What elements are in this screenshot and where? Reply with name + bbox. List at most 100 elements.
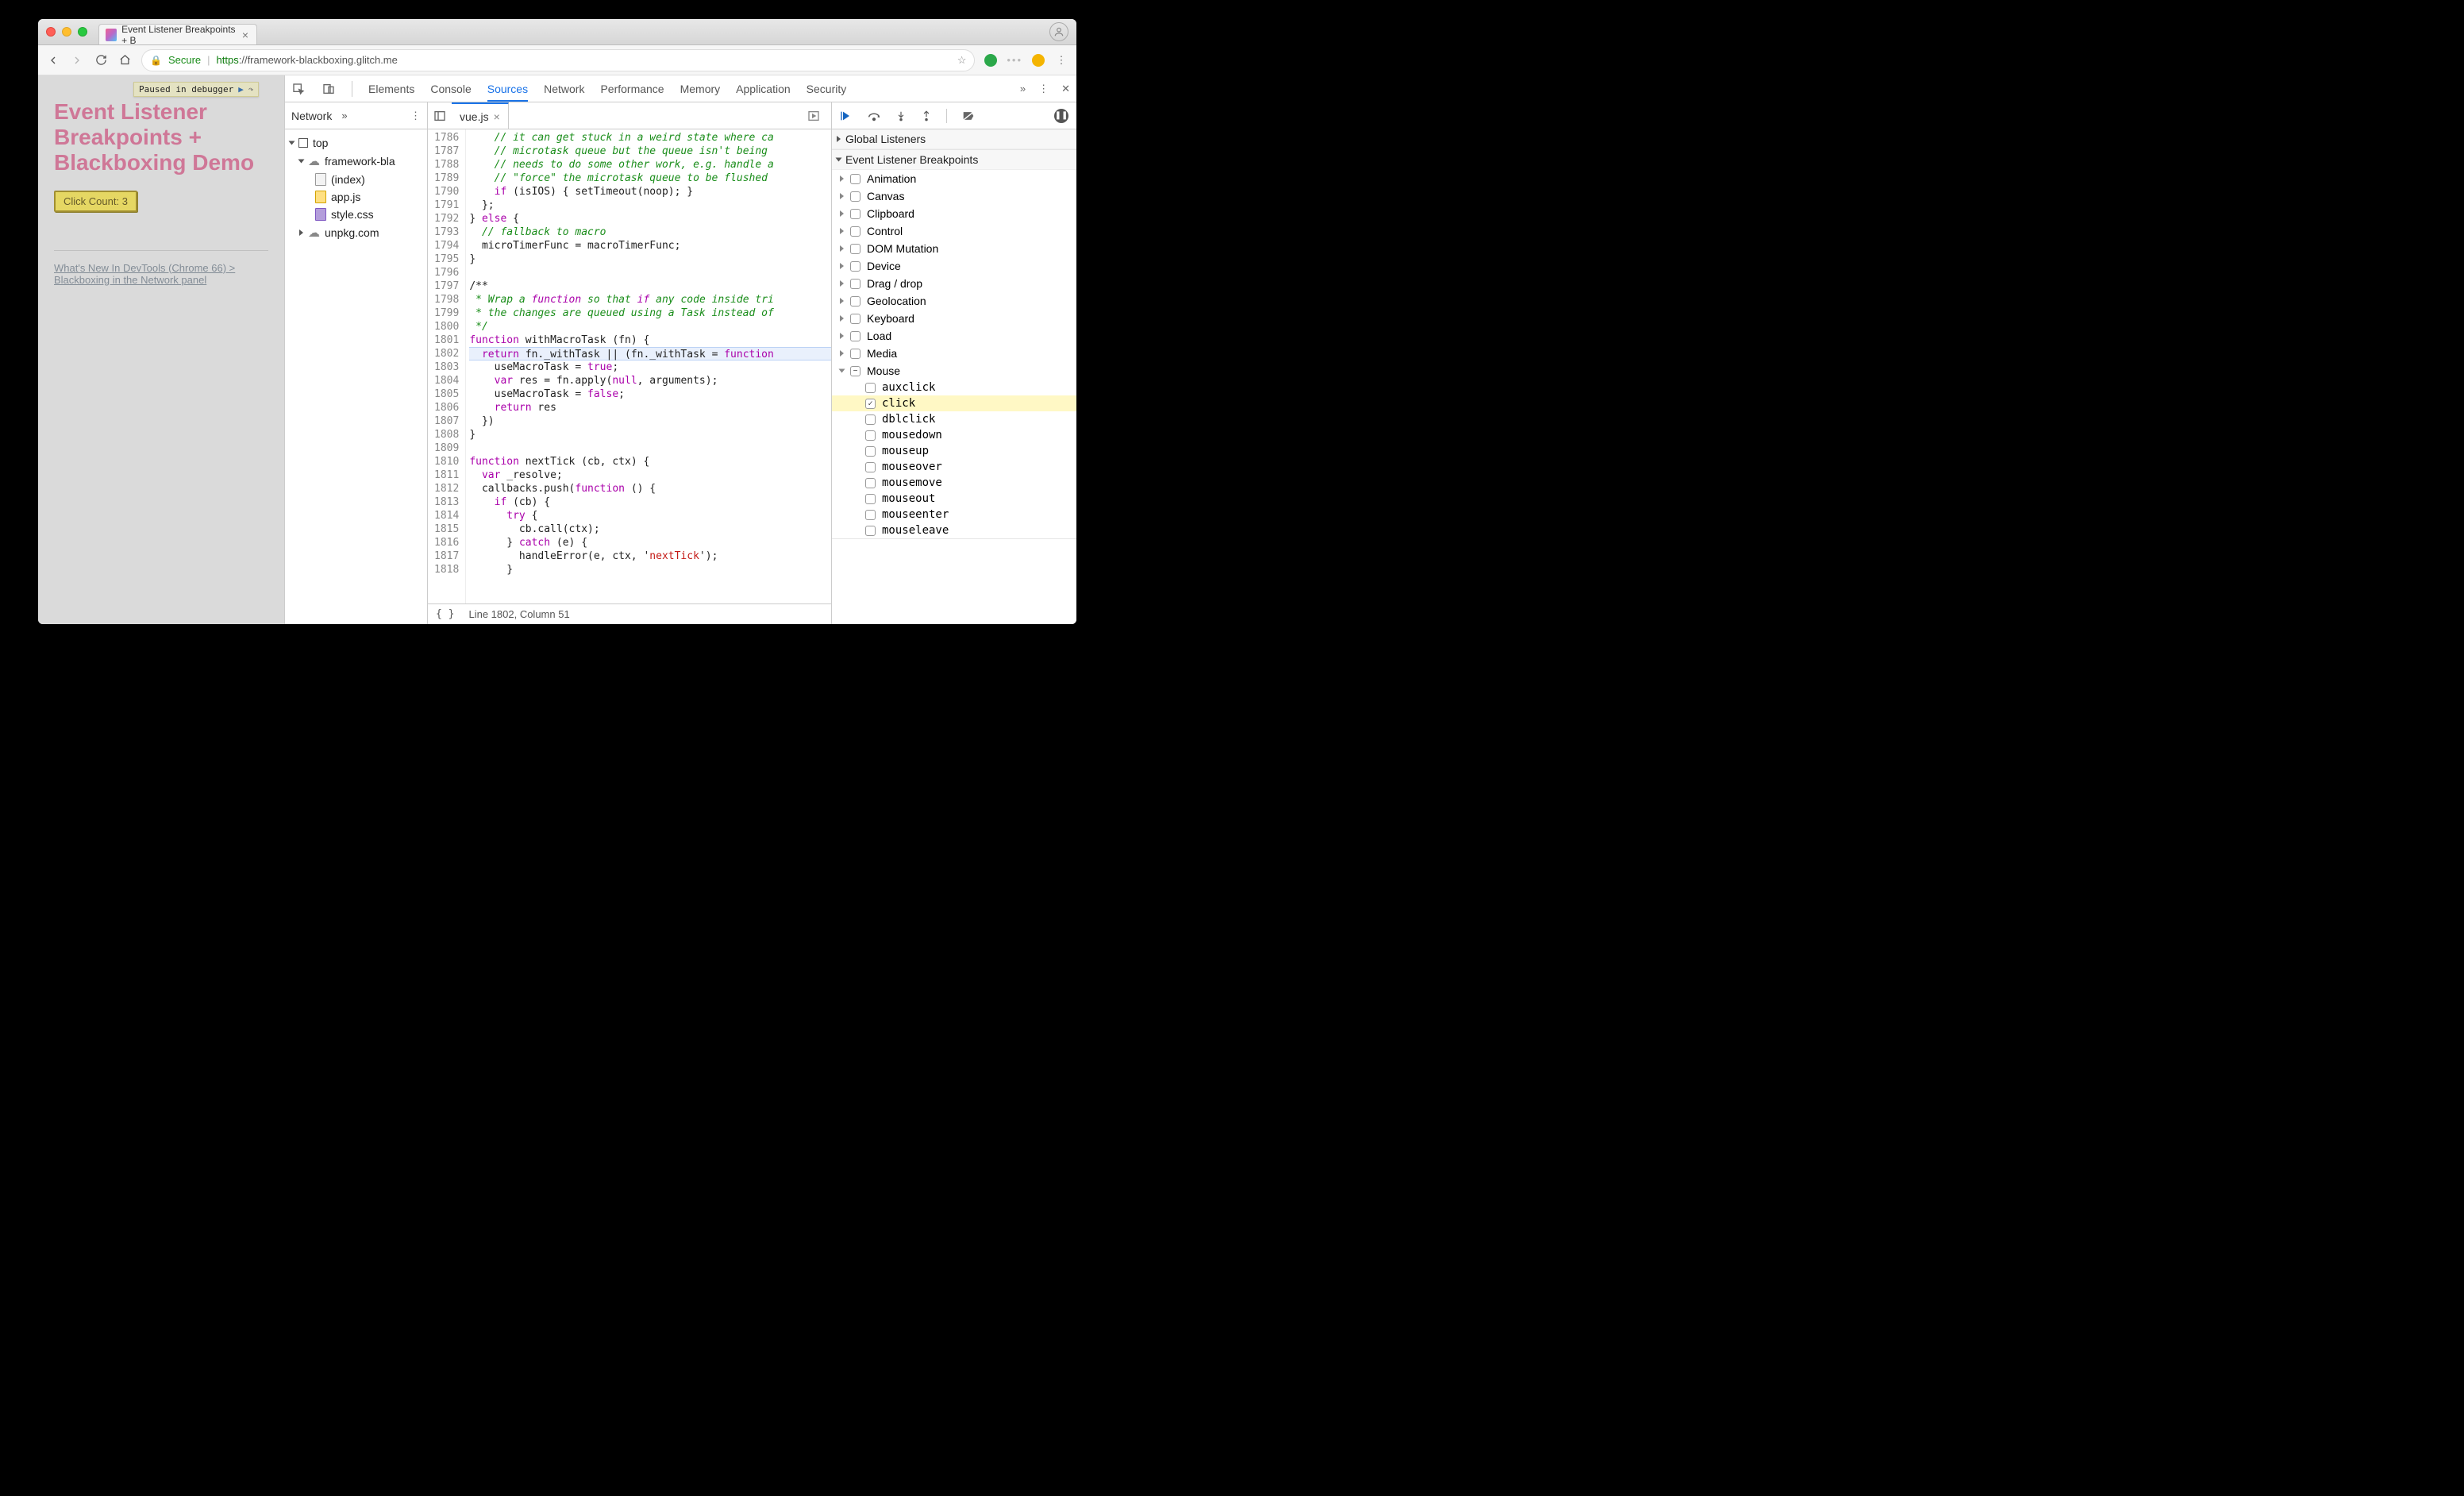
expand-icon[interactable] (840, 333, 844, 339)
breakpoint-event[interactable]: mousemove (832, 475, 1076, 491)
deactivate-breakpoints-button[interactable] (961, 110, 976, 121)
breakpoint-event[interactable]: click (832, 395, 1076, 411)
breakpoint-event[interactable]: mouseleave (832, 522, 1076, 538)
breakpoint-event[interactable]: mouseenter (832, 507, 1076, 522)
event-checkbox[interactable] (865, 414, 876, 425)
event-checkbox[interactable] (865, 430, 876, 441)
tabs-overflow-icon[interactable]: » (1020, 83, 1026, 95)
category-checkbox[interactable] (850, 191, 860, 202)
category-checkbox[interactable] (850, 244, 860, 254)
devtools-menu-icon[interactable]: ⋮ (1038, 83, 1049, 95)
category-checkbox[interactable] (850, 314, 860, 324)
tab-memory[interactable]: Memory (680, 83, 721, 95)
category-checkbox[interactable] (850, 279, 860, 289)
breakpoint-category[interactable]: Animation (832, 170, 1076, 187)
tree-item-top[interactable]: top (288, 134, 424, 152)
event-checkbox[interactable] (865, 510, 876, 520)
event-checkbox[interactable] (865, 526, 876, 536)
pretty-print-icon[interactable]: { } (436, 608, 454, 620)
tab-network[interactable]: Network (544, 83, 584, 95)
breakpoint-event[interactable]: dblclick (832, 411, 1076, 427)
tab-console[interactable]: Console (430, 83, 471, 95)
global-listeners-section[interactable]: Global Listeners (832, 129, 1076, 150)
category-checkbox[interactable] (850, 174, 860, 184)
expand-icon[interactable] (840, 193, 844, 199)
event-checkbox[interactable] (865, 478, 876, 488)
category-checkbox[interactable] (850, 226, 860, 237)
code-content[interactable]: // it can get stuck in a weird state whe… (466, 129, 831, 603)
breakpoint-category[interactable]: Control (832, 222, 1076, 240)
bookmark-star-icon[interactable]: ☆ (957, 54, 967, 67)
breakpoint-category[interactable]: Geolocation (832, 292, 1076, 310)
tab-application[interactable]: Application (736, 83, 791, 95)
category-checkbox[interactable] (850, 296, 860, 307)
extension-icon[interactable] (984, 54, 997, 67)
event-checkbox[interactable] (865, 462, 876, 472)
breakpoint-event[interactable]: mouseup (832, 443, 1076, 459)
breakpoint-category[interactable]: Load (832, 327, 1076, 345)
code-area[interactable]: 1786178717881789179017911792179317941795… (428, 129, 831, 603)
category-checkbox[interactable] (850, 331, 860, 341)
tree-item-stylecss[interactable]: style.css (288, 206, 424, 223)
extension-overflow-icon[interactable]: ••• (1007, 54, 1022, 66)
inspect-element-icon[interactable] (291, 82, 306, 96)
expand-icon[interactable] (840, 245, 844, 252)
breakpoint-category[interactable]: Device (832, 257, 1076, 275)
expand-icon[interactable] (840, 350, 844, 357)
event-checkbox[interactable] (865, 494, 876, 504)
extension-icon[interactable] (1032, 54, 1045, 67)
tree-item-unpkg[interactable]: unpkg.com (288, 223, 424, 242)
pause-exceptions-button[interactable]: ❚❚ (1054, 109, 1068, 123)
expand-icon[interactable] (299, 229, 303, 236)
address-bar[interactable]: 🔒 Secure | https://framework-blackboxing… (141, 49, 975, 71)
reload-button[interactable] (94, 53, 108, 67)
category-checkbox[interactable] (850, 209, 860, 219)
close-window-button[interactable] (46, 27, 56, 37)
navigator-tab-network[interactable]: Network (291, 110, 332, 122)
file-tab-vuejs[interactable]: vue.js × (452, 102, 509, 129)
section-header[interactable]: Event Listener Breakpoints (832, 150, 1076, 170)
expand-icon[interactable] (836, 158, 842, 162)
forward-button[interactable] (70, 53, 84, 67)
step-over-button[interactable] (867, 110, 881, 121)
navigator-tabs-overflow-icon[interactable]: » (341, 110, 347, 121)
close-file-tab-icon[interactable]: × (494, 110, 500, 123)
expand-icon[interactable] (840, 263, 844, 269)
back-button[interactable] (46, 53, 60, 67)
navigator-menu-icon[interactable]: ⋮ (410, 110, 421, 122)
profile-avatar-icon[interactable] (1049, 22, 1068, 41)
breakpoint-event[interactable]: mousedown (832, 427, 1076, 443)
expand-icon[interactable] (840, 280, 844, 287)
maximize-window-button[interactable] (78, 27, 87, 37)
tab-sources[interactable]: Sources (487, 83, 528, 102)
expand-icon[interactable] (298, 160, 305, 164)
category-checkbox[interactable] (850, 349, 860, 359)
expand-icon[interactable] (840, 315, 844, 322)
breakpoint-category[interactable]: Keyboard (832, 310, 1076, 327)
toggle-navigator-icon[interactable] (428, 110, 452, 122)
tab-security[interactable]: Security (807, 83, 847, 95)
breakpoint-event[interactable]: mouseout (832, 491, 1076, 507)
breakpoint-category[interactable]: Media (832, 345, 1076, 362)
tree-item-index[interactable]: (index) (288, 171, 424, 188)
toggle-debug-panel-icon[interactable] (807, 110, 831, 122)
expand-icon[interactable] (837, 136, 841, 142)
event-checkbox[interactable] (865, 383, 876, 393)
browser-menu-button[interactable]: ⋮ (1054, 53, 1068, 67)
minimize-window-button[interactable] (62, 27, 71, 37)
breakpoint-category[interactable]: Mouse (832, 362, 1076, 380)
tab-close-icon[interactable]: × (242, 29, 248, 41)
breakpoint-event[interactable]: auxclick (832, 380, 1076, 395)
event-checkbox[interactable] (865, 446, 876, 457)
device-toolbar-icon[interactable] (321, 82, 336, 96)
step-out-button[interactable] (921, 110, 932, 122)
browser-tab[interactable]: Event Listener Breakpoints + B × (98, 24, 257, 44)
breakpoint-category[interactable]: Drag / drop (832, 275, 1076, 292)
expand-icon[interactable] (839, 369, 845, 373)
breakpoint-category[interactable]: Clipboard (832, 205, 1076, 222)
tree-item-appjs[interactable]: app.js (288, 188, 424, 206)
expand-icon[interactable] (289, 141, 295, 145)
category-checkbox[interactable] (850, 261, 860, 272)
breakpoint-category[interactable]: Canvas (832, 187, 1076, 205)
step-into-button[interactable] (895, 110, 907, 122)
